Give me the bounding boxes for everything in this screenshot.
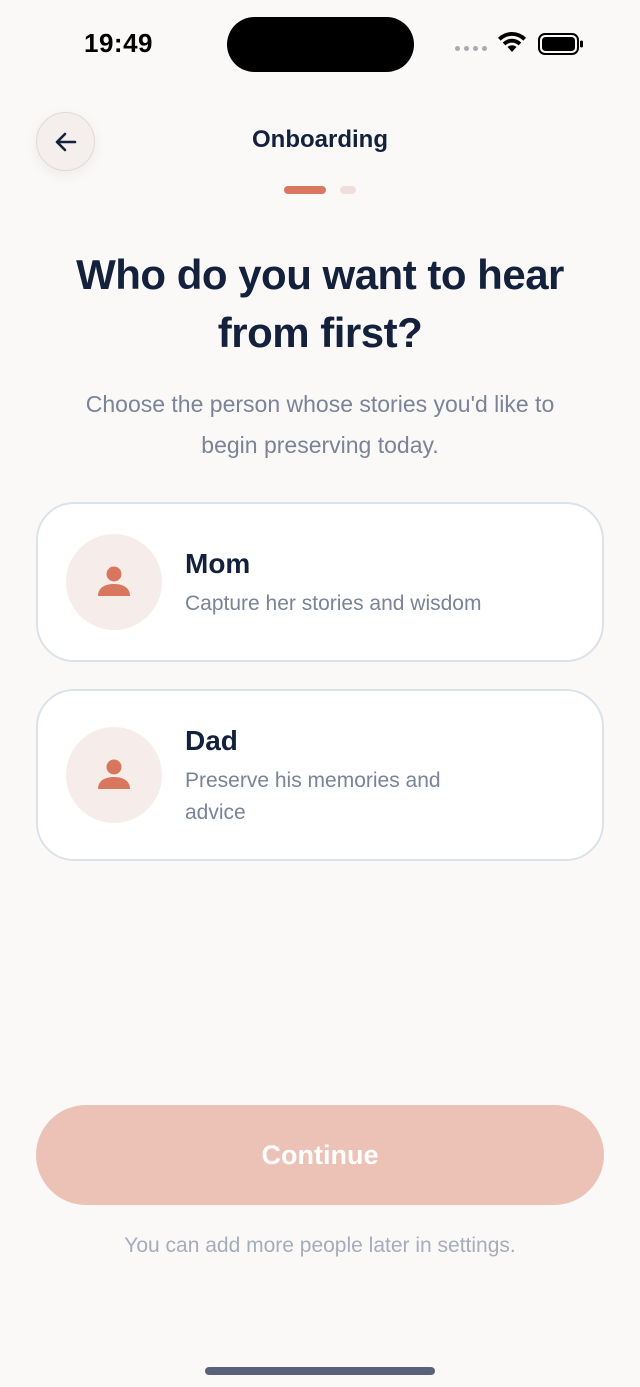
avatar bbox=[66, 534, 162, 630]
dynamic-island bbox=[227, 17, 414, 72]
battery-icon bbox=[538, 33, 583, 55]
wifi-icon bbox=[498, 32, 526, 52]
continue-button[interactable]: Continue bbox=[36, 1105, 604, 1205]
step-progress-indicator bbox=[0, 186, 640, 194]
cellular-signal-icon bbox=[455, 46, 487, 51]
option-title: Mom bbox=[185, 548, 251, 579]
option-description: Preserve his memories and advice bbox=[185, 769, 441, 824]
home-indicator[interactable] bbox=[205, 1367, 435, 1375]
status-bar: 19:49 bbox=[0, 0, 640, 90]
option-card-mom[interactable]: Mom Capture her stories and wisdom bbox=[36, 502, 604, 662]
progress-step-active bbox=[284, 186, 326, 194]
option-card-dad[interactable]: Dad Preserve his memories and advice bbox=[36, 689, 604, 861]
person-icon bbox=[98, 759, 130, 789]
person-icon bbox=[98, 566, 130, 596]
page-title: Onboarding bbox=[252, 126, 388, 153]
avatar bbox=[66, 727, 162, 823]
main-subtext: Choose the person whose stories you'd li… bbox=[85, 391, 555, 458]
progress-step-inactive bbox=[340, 186, 356, 194]
option-title: Dad bbox=[185, 725, 238, 756]
footer-note: You can add more people later in setting… bbox=[124, 1234, 516, 1257]
status-time: 19:49 bbox=[84, 28, 153, 58]
option-description: Capture her stories and wisdom bbox=[185, 592, 482, 615]
main-heading: Who do you want to hear from first? bbox=[76, 251, 564, 356]
